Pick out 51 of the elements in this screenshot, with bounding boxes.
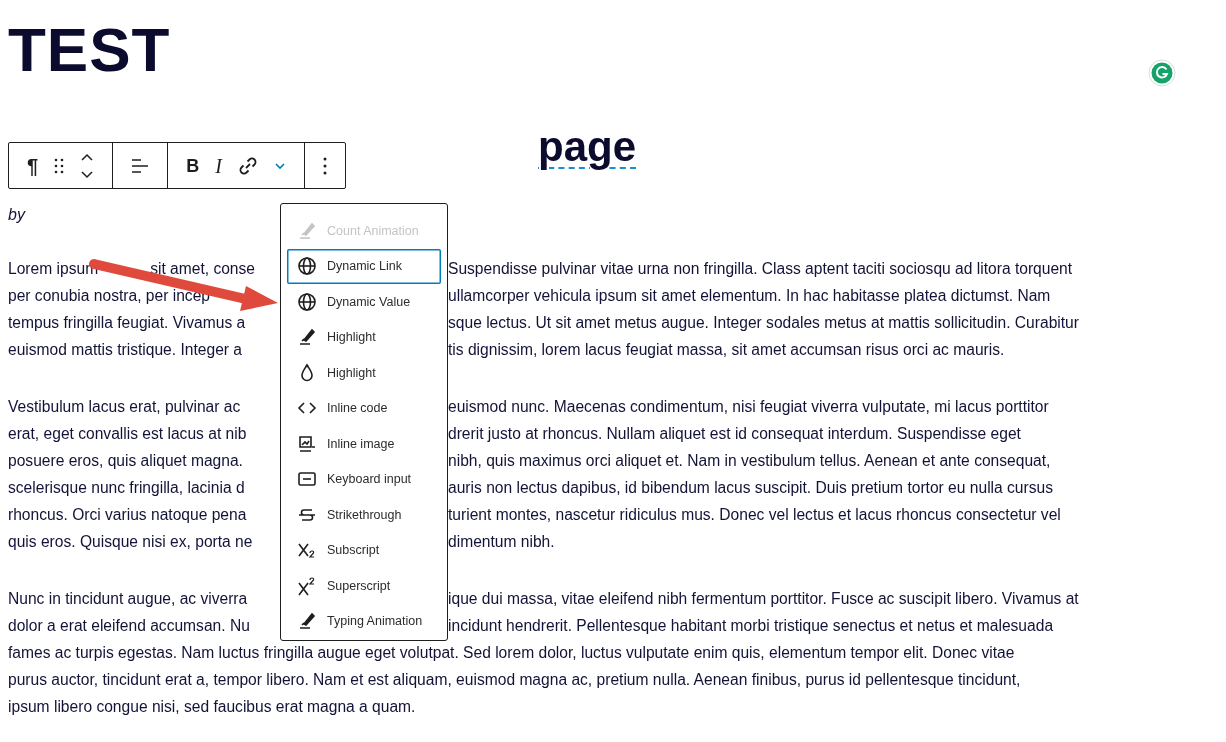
paragraph-text: turient montes, nascetur ridiculus mus. Donec vel lectus et lacus rhoncus consectetur vel (448, 505, 1061, 525)
page-title: TEST (8, 14, 171, 80)
paragraph-text: euismod nunc. Maecenas condimentum, nisi feugiat viverra vulputate, mi lacus porttitor (448, 397, 1049, 417)
paragraph-text: Vestibulum lacus erat, pulvinar ac (8, 397, 241, 417)
paragraph-text: dolor a erat eleifend accumsan. Nu (8, 616, 250, 636)
menu-item[interactable]: Dynamic Value (287, 284, 441, 320)
italic-button[interactable]: I (215, 153, 222, 178)
menu-item[interactable]: Strikethrough (287, 497, 441, 533)
drag-handle-icon[interactable] (54, 157, 65, 174)
paragraph-text: scelerisque nunc fringilla, lacinia d (8, 478, 245, 498)
paragraph-text: rhoncus. Orci varius natoque pena (8, 505, 247, 525)
paragraph-text: auris non lectus dapibus, id bibendum lacus suscipit. Duis pretium tortor eu nulla cursus (448, 478, 1053, 498)
paragraph-text: ipsum libero congue nisi, sed faucibus erat magna a quam. (8, 697, 416, 717)
paragraph-text: purus auctor, tincidunt erat a, tempor libero. Nam et est aliquam, euismod magna ac, pretium nulla. Aenean finibus, purus id pellentesque tincidunt, (8, 670, 1021, 690)
assistant-badge-icon[interactable] (1148, 59, 1176, 87)
globe-icon (296, 255, 318, 278)
paragraph-text: Suspendisse pulvinar vitae urna non fringilla. Class aptent taciti sociosqu ad litora torquent (448, 259, 1073, 279)
paragraph-text: erat, eget convallis est lacus at nib (8, 424, 247, 444)
more-options-icon[interactable] (322, 156, 327, 175)
paragraph-text: tis dignissim, lorem lacus feugiat massa, sit amet accumsan risus orci ac mauris. (448, 340, 1005, 360)
heading-text: page (538, 123, 637, 170)
paragraph-text: incidunt hendrerit. Pellentesque habitant morbi tristique senectus et netus et malesuada (448, 616, 1054, 636)
move-up-down-icon[interactable] (80, 151, 95, 180)
menu-item[interactable]: Typing Animation (287, 603, 441, 639)
paragraph-block-button[interactable]: ¶ (27, 153, 39, 178)
paragraph-text: fames ac turpis egestas. Nam luctus fringilla augue eget volutpat. Sed lorem dolor, luctus vulputate enim quis, elementum tempor elit. Donec vitae (8, 643, 1015, 663)
paragraph-text: tempus fringilla feugiat. Vivamus a (8, 313, 246, 333)
menu-item[interactable]: Superscript (287, 568, 441, 604)
paragraph-text: sque lectus. Ut sit amet metus augue. Integer sodales metus at mattis sollicitudin. Curabitur (448, 313, 1079, 333)
globe-icon (296, 290, 318, 313)
paragraph-text: Nunc in tincidunt augue, ac viverra (8, 589, 248, 609)
menu-item[interactable]: Highlight (287, 355, 441, 391)
menu-item[interactable]: Inline image (287, 426, 441, 462)
paragraph-text: drerit justo at rhoncus. Nullam aliquet est id consequat interdum. Suspendisse eget (448, 424, 1021, 444)
paragraph-text: nibh, quis maximus orci aliquet et. Nam in vestibulum tellus. Aenean et ante consequat, (448, 451, 1051, 471)
paragraph-text: ique dui massa, vitae eleifend nibh fermentum porttitor. Fusce ac suscipit libero. Vivamus at (448, 589, 1079, 609)
menu-item[interactable]: Inline code (287, 390, 441, 426)
byline-text: by (8, 205, 27, 225)
caret-icon[interactable] (273, 161, 286, 170)
menu-item[interactable]: Highlight (287, 319, 441, 355)
align-icon[interactable] (131, 157, 150, 174)
paragraph-text: euismod mattis tristique. Integer a (8, 340, 242, 360)
paragraph-text: ullamcorper vehicula ipsum sit amet elementum. In hac habitasse platea dictumst. Nam (448, 286, 1051, 306)
link-icon[interactable] (237, 155, 258, 176)
bold-button[interactable]: B (186, 153, 200, 178)
menu-item[interactable]: Dynamic Link (287, 248, 441, 284)
menu-item[interactable]: Keyboard input (287, 461, 441, 497)
paragraph-text: quis eros. Quisque nisi ex, porta ne (8, 532, 253, 552)
paragraph-text: posuere eros, quis aliquet magna. (8, 451, 243, 471)
paragraph-text: dimentum nibh. (448, 532, 555, 552)
menu-item[interactable]: Subscript (287, 532, 441, 568)
